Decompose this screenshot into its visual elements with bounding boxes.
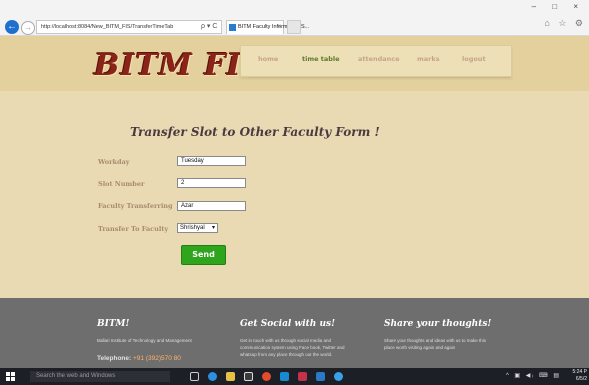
footer-heading-social: Get Social with us! <box>240 319 336 329</box>
windows-taskbar: Search the web and Windows ^ ▣ ◀ᵢ ⌨ ▤ 5:… <box>0 368 589 385</box>
form-title: Transfer Slot to Other Faculty Form ! <box>130 125 380 139</box>
footer-text-social: Get in touch with us through social medi… <box>240 338 345 357</box>
windows-start-icon[interactable] <box>6 372 15 381</box>
store-icon[interactable] <box>244 372 253 381</box>
footer-heading-bitm: BITM! <box>97 319 130 329</box>
forward-button[interactable]: → <box>21 21 35 35</box>
nav-marks[interactable]: marks <box>417 55 440 63</box>
main-menu: home time table attendance marks logout <box>240 45 512 77</box>
tab-close-icon[interactable]: × <box>277 21 281 34</box>
footer-text-bitm: Ballari Institute of Technology and Mana… <box>97 338 192 343</box>
internet-explorer-icon[interactable] <box>334 372 343 381</box>
transfer-to-faculty-select[interactable]: Shrishyal ▾ <box>177 223 218 233</box>
slot-number-input[interactable]: 2 <box>177 178 246 188</box>
faculty-transferring-label: Faculty Transferring <box>98 202 173 210</box>
footer-heading-share: Share your thoughts! <box>384 319 492 329</box>
transfer-to-faculty-label: Transfer To Faculty <box>98 225 169 233</box>
system-tray[interactable]: ^ ▣ ◀ᵢ ⌨ ▤ <box>506 372 561 379</box>
site-logo[interactable]: BITM FIS <box>94 48 264 83</box>
file-explorer-icon[interactable] <box>226 372 235 381</box>
clock-date: 6/5/2 <box>575 376 587 382</box>
chrome-icon[interactable] <box>262 372 271 381</box>
workday-input[interactable]: Tuesday <box>177 156 246 166</box>
new-tab-button[interactable] <box>287 20 301 34</box>
edge-icon[interactable] <box>208 372 217 381</box>
address-bar-buttons[interactable]: ρ ▾ C <box>201 22 217 30</box>
netbeans-icon[interactable] <box>280 372 289 381</box>
chevron-down-icon: ▾ <box>211 225 215 231</box>
nav-logout[interactable]: logout <box>462 55 486 63</box>
page-content: BITM FIS home time table attendance mark… <box>0 36 589 368</box>
slot-number-label: Slot Number <box>98 180 145 188</box>
browser-toolbar-icons[interactable]: ⌂ ☆ ⚙ <box>544 18 586 29</box>
clock-time: 5:24 P <box>572 369 587 375</box>
window-controls[interactable]: – □ × <box>532 2 585 11</box>
address-bar[interactable]: http://localhost:8084/New_BITM_FIS/Trans… <box>36 20 222 34</box>
browser-tab[interactable]: BITM Faculty Information S... × <box>226 20 309 34</box>
nav-attendance[interactable]: attendance <box>358 55 400 63</box>
nav-time-table[interactable]: time table <box>302 55 340 63</box>
word-icon[interactable] <box>316 372 325 381</box>
taskbar-search[interactable]: Search the web and Windows <box>30 371 170 382</box>
task-view-icon[interactable] <box>190 372 199 381</box>
send-button[interactable]: Send <box>181 245 226 265</box>
powerpoint-icon[interactable] <box>298 372 307 381</box>
taskbar-clock[interactable]: 5:24 P 6/5/2 <box>573 369 587 383</box>
footer: BITM! Ballari Institute of Technology an… <box>0 298 589 368</box>
telephone-label: Telephone: <box>97 355 132 362</box>
nav-home[interactable]: home <box>258 55 278 63</box>
menu-divider <box>248 77 510 78</box>
selected-faculty: Shrishyal <box>180 225 205 231</box>
favicon-icon <box>229 24 236 31</box>
browser-chrome: ← → http://localhost:8084/New_BITM_FIS/T… <box>0 0 589 36</box>
workday-label: Workday <box>98 158 130 166</box>
faculty-transferring-input[interactable]: Azar <box>177 201 246 211</box>
footer-text-share: Share your thoughts and ideas with us to… <box>384 338 487 350</box>
back-button[interactable]: ← <box>5 20 19 34</box>
footer-telephone: Telephone: +91 (392)570 80 <box>97 355 181 362</box>
telephone-value: +91 (392)570 80 <box>133 355 181 362</box>
